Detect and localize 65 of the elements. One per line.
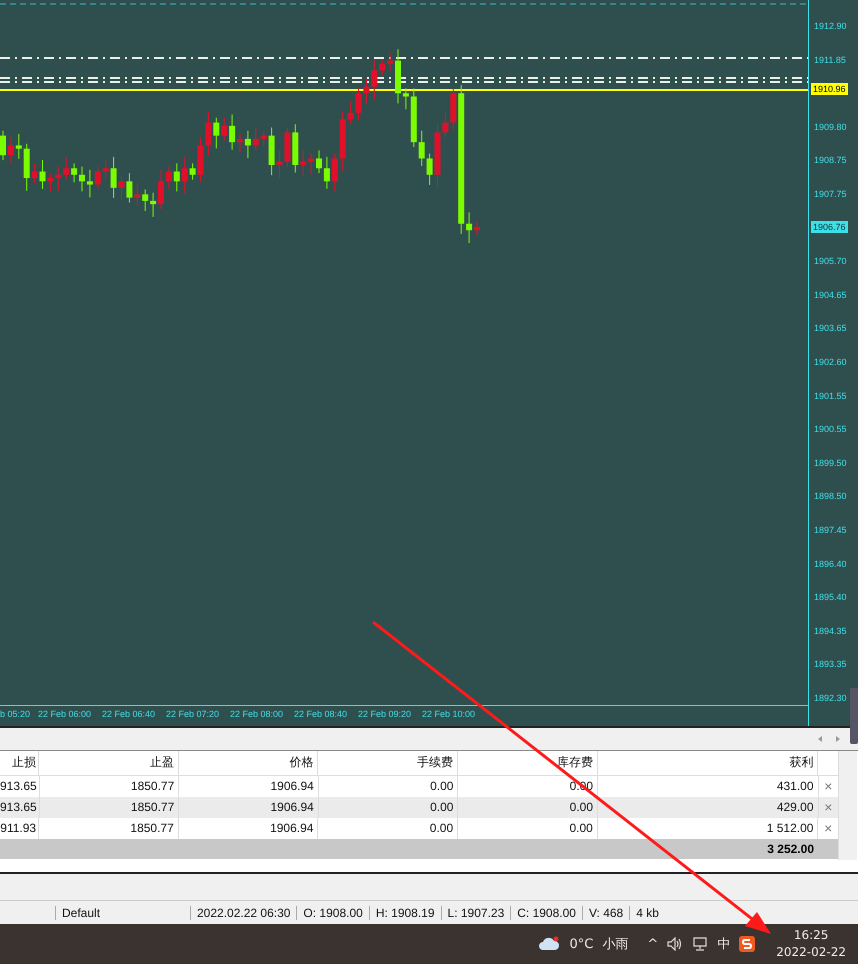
status-field: Default xyxy=(55,906,190,920)
status-field: H: 1908.19 xyxy=(368,906,441,920)
price-axis-label: 1895.40 xyxy=(814,592,847,602)
column-header: 止损 xyxy=(0,750,40,775)
table-cell: 913.65 xyxy=(0,796,40,818)
table-cell: 0.00 xyxy=(458,796,598,818)
price-axis-label: 1908.75 xyxy=(814,155,847,166)
status-field: O: 1908.00 xyxy=(296,906,369,920)
close-position-button[interactable]: × xyxy=(824,779,832,794)
column-header: 手续费 xyxy=(318,750,458,775)
speaker-icon[interactable] xyxy=(667,937,684,952)
time-axis-label: 22 Feb 06:00 xyxy=(38,709,92,720)
status-field: 2022.02.22 06:30 xyxy=(190,906,296,920)
time-axis-label: 22 Feb 09:20 xyxy=(358,709,412,720)
temperature-text[interactable]: 0°C xyxy=(569,936,594,952)
price-axis-label: 1892.30 xyxy=(814,693,847,703)
time-axis-label: 22 Feb 08:00 xyxy=(230,709,284,720)
time-axis-label: 22 Feb 10:00 xyxy=(422,709,476,720)
column-header: 库存费 xyxy=(458,750,598,775)
column-header: 止盈 xyxy=(39,750,179,775)
price-axis-label: 1911.85 xyxy=(814,54,846,65)
table-cell: 429.00 xyxy=(598,796,819,818)
price-axis-label: 1896.40 xyxy=(814,558,847,569)
table-cell: 1850.77 xyxy=(40,796,180,818)
price-axis-label: 1904.65 xyxy=(814,290,847,300)
price-axis-label: 1899.50 xyxy=(814,458,847,468)
time-axis-label: 22 Feb 06:40 xyxy=(102,709,156,720)
close-position-button[interactable]: × xyxy=(824,800,832,814)
monitor-icon[interactable] xyxy=(692,937,708,952)
price-axis-label: 1893.35 xyxy=(814,659,847,670)
chevron-button[interactable]: ^ xyxy=(647,936,658,952)
status-field: 4 kb xyxy=(629,906,665,920)
time-axis-label: b 05:20 xyxy=(0,709,30,720)
status-field: L: 1907.23 xyxy=(440,906,510,920)
price-axis-label: 1902.60 xyxy=(814,357,847,367)
scrollbar-thumb xyxy=(850,688,858,744)
weather-text[interactable]: 小雨 xyxy=(602,935,628,954)
input-app-icon[interactable] xyxy=(739,936,756,952)
price-axis-label: 1903.65 xyxy=(814,323,847,334)
clock-time: 16:25 xyxy=(794,927,828,944)
price-axis-label: 1900.55 xyxy=(814,424,847,434)
price-axis-label: 1907.75 xyxy=(814,189,847,199)
clock-date: 2022-02-22 xyxy=(776,944,846,962)
price-axis-label: 1912.90 xyxy=(814,21,847,31)
status-field: C: 1908.00 xyxy=(510,906,582,920)
close-position-button[interactable]: × xyxy=(824,821,832,836)
price-axis-label: 1905.70 xyxy=(814,256,847,266)
column-header: 获利 xyxy=(598,750,818,775)
price-axis-label: 1898.50 xyxy=(814,491,847,502)
time-axis-label: 22 Feb 08:40 xyxy=(294,709,348,720)
price-axis-label: 1897.45 xyxy=(814,525,847,535)
price-axis-label: 1894.35 xyxy=(814,626,847,636)
price-tag: 1906.76 xyxy=(811,221,848,233)
time-axis-label: 22 Feb 07:20 xyxy=(166,709,220,720)
table-cell: 0.00 xyxy=(318,796,458,818)
price-axis-label: 1909.80 xyxy=(814,122,847,132)
scrollbar[interactable] xyxy=(838,750,857,860)
price-axis-label: 1901.55 xyxy=(814,390,847,401)
column-header: 价格 xyxy=(178,750,318,775)
status-field: V: 468 xyxy=(582,906,630,920)
total-profit: 3 252.00 xyxy=(767,842,814,856)
table-cell: 1906.94 xyxy=(179,796,319,818)
input-method-button[interactable]: 中 xyxy=(717,935,730,954)
price-tag: 1910.96 xyxy=(811,83,848,95)
clock[interactable]: 16:25 2022-02-22 xyxy=(776,927,846,962)
